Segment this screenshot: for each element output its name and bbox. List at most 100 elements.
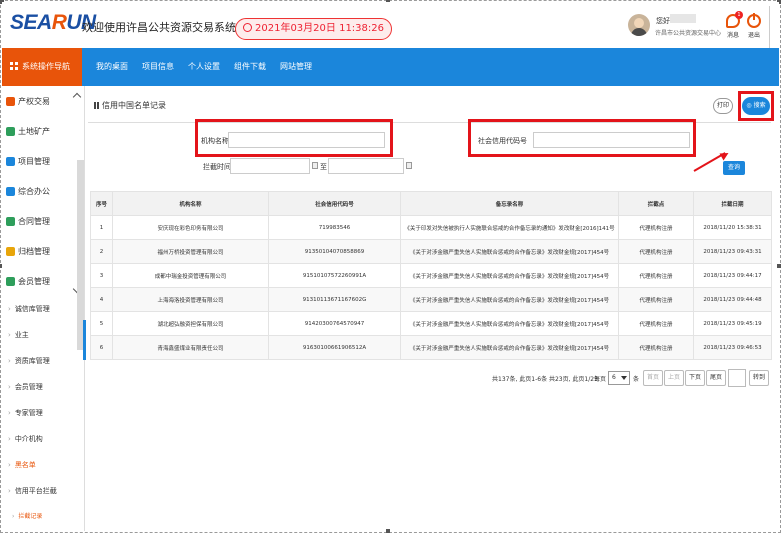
cell-memo: 《关于印发对失信被执行人实施联合惩戒的合作备忘录的通知》发改财金[2016]14… (400, 215, 619, 240)
message-label: 消息 (726, 32, 739, 39)
nav-tabs: 我的桌面 项目信息 个人设置 组件下载 网站管理 (96, 48, 312, 86)
tab-desktop[interactable]: 我的桌面 (96, 48, 128, 86)
grid-icon (10, 62, 18, 70)
start-date-input[interactable] (230, 158, 310, 174)
member-icon (6, 276, 15, 286)
cell-intercept-point: 代理机构注册 (618, 215, 694, 240)
last-page-button[interactable]: 尾页 (706, 370, 727, 386)
cell-intercept-point: 代理机构注册 (618, 263, 694, 288)
sidebar-sub-agency[interactable]: 中介机构 (2, 426, 84, 452)
sidebar-item-label: 合同管理 (18, 216, 50, 226)
col-intercept-point[interactable]: 拦截点 (618, 191, 694, 216)
cell-intercept-point: 代理机构注册 (618, 311, 694, 336)
sidebar-sub-qualification[interactable]: 资质库管理 (2, 348, 84, 374)
project-icon (6, 156, 15, 166)
avatar[interactable] (628, 14, 650, 36)
cell-memo: 《关于对涉金融严重失信人实施联合惩戒的合作备忘录》发改财金规[2017]454号 (400, 263, 619, 288)
cell-index: 5 (90, 311, 113, 336)
cell-intercept-date: 2018/11/23 09:44:48 (693, 287, 772, 312)
sidebar-item-contract[interactable]: 合同管理 (2, 206, 84, 236)
table-row[interactable]: 4 上海海洛投资管理有限公司 91310113671167602G 《关于对涉金… (90, 287, 772, 312)
cell-org-name: 成都中瑞金投资管理有限公司 (112, 263, 269, 288)
calendar-icon[interactable] (406, 162, 412, 169)
highlight-box-org-name (195, 119, 393, 157)
cell-credit-code: 719983546 (268, 215, 401, 240)
cell-index: 3 (90, 263, 113, 288)
sidebar-sub-member[interactable]: 会员管理 (2, 374, 84, 400)
frame-corner (777, 264, 781, 268)
per-page-select[interactable]: 6 (608, 371, 630, 385)
per-page-label: 每页 (594, 376, 607, 383)
sidebar-sub-owner[interactable]: 业主 (2, 322, 84, 348)
col-org-name[interactable]: 机构名称 (112, 191, 269, 216)
cell-intercept-point: 代理机构注册 (618, 335, 694, 360)
sidebar-item-label: 土地矿产 (18, 126, 50, 136)
tab-personal-settings[interactable]: 个人设置 (188, 48, 220, 86)
cell-intercept-date: 2018/11/23 09:46:53 (693, 335, 772, 360)
cell-memo: 《关于对涉金融严重失信人实施联合惩戒的合作备忘录》发改财金规[2017]454号 (400, 311, 619, 336)
go-page-button[interactable]: 转到 (749, 370, 769, 386)
sidebar-sub-integrity[interactable]: 诚信库管理 (2, 296, 84, 322)
sidebar-item-project-management[interactable]: 项目管理 (2, 146, 84, 176)
sidebar-item-property-trade[interactable]: 产权交易 (2, 86, 84, 116)
cell-memo: 《关于对涉金融严重失信人实施联合惩戒的合作备忘录》发改财金规[2017]454号 (400, 239, 619, 264)
sidebar-item-office[interactable]: 综合办公 (2, 176, 84, 206)
sidebar-item-archive[interactable]: 归档管理 (2, 236, 84, 266)
table-row[interactable]: 3 成都中瑞金投资管理有限公司 91510107572260991A 《关于对涉… (90, 263, 772, 288)
next-page-button[interactable]: 下页 (685, 370, 706, 386)
col-index[interactable]: 序号 (90, 191, 113, 216)
per-page-unit: 条 (633, 376, 640, 383)
cell-index: 1 (90, 215, 113, 240)
power-icon (747, 13, 761, 28)
col-intercept-date[interactable]: 拦截日期 (693, 191, 772, 216)
main-content: 信用中国名单记录 打印 ◎ 搜索 机构名称 社会信用代码号 拦截时间 至 查询 … (88, 90, 774, 530)
sidebar-item-land-mineral[interactable]: 土地矿产 (2, 116, 84, 146)
highlight-box-search (738, 91, 774, 121)
datetime-badge: 2021年03月20日 11:38:26 (235, 18, 392, 40)
cell-org-name: 安庆现在彩色印务有限公司 (112, 215, 269, 240)
tab-site-management[interactable]: 网站管理 (280, 48, 312, 86)
nav-home-label: 系统操作导航 (22, 62, 70, 71)
logout-button[interactable]: 退出 (743, 13, 765, 39)
col-credit-code[interactable]: 社会信用代码号 (268, 191, 401, 216)
cell-credit-code: 91420300764570947 (268, 311, 401, 336)
sidebar-sub-expert[interactable]: 专家管理 (2, 400, 84, 426)
top-nav: 系统操作导航 我的桌面 项目信息 个人设置 组件下载 网站管理 (2, 48, 779, 86)
sidebar-item-label: 综合办公 (18, 186, 50, 196)
col-memo[interactable]: 备忘录名称 (400, 191, 619, 216)
table-row[interactable]: 5 湖北超弘融资担保有限公司 91420300764570947 《关于对涉金融… (90, 311, 772, 336)
clock-icon (243, 23, 252, 32)
cell-memo: 《关于对涉金融严重失信人实施联合惩戒的合作备忘录》发改财金规[2017]454号 (400, 335, 619, 360)
table-row[interactable]: 6 青海鑫盛煤业有限责任公司 91630100661906512A 《关于对涉金… (90, 335, 772, 360)
sidebar: 产权交易 土地矿产 项目管理 综合办公 合同管理 归档管理 会员管理 诚信库管理… (2, 86, 85, 531)
message-button[interactable]: 1 消息 (722, 11, 744, 39)
jump-page-input[interactable] (728, 369, 746, 387)
prev-page-button[interactable]: 上页 (664, 370, 685, 386)
cell-org-name: 青海鑫盛煤业有限责任公司 (112, 335, 269, 360)
table-row[interactable]: 1 安庆现在彩色印务有限公司 719983546 《关于印发对失信被执行人实施联… (90, 215, 772, 240)
tab-project-info[interactable]: 项目信息 (142, 48, 174, 86)
cell-credit-code: 91350104070858869 (268, 239, 401, 264)
office-icon (6, 186, 15, 196)
sidebar-item-member[interactable]: 会员管理 (2, 266, 84, 296)
breadcrumb: 信用中国名单记录 (94, 100, 166, 111)
calendar-icon[interactable] (312, 162, 318, 169)
cell-index: 4 (90, 287, 113, 312)
cell-intercept-point: 代理机构注册 (618, 287, 694, 312)
sidebar-sub-intercept-records[interactable]: 拦截记录 (2, 504, 84, 530)
land-icon (6, 126, 15, 136)
sidebar-item-label: 项目管理 (18, 156, 50, 166)
query-button[interactable]: 查询 (723, 161, 745, 175)
cell-index: 6 (90, 335, 113, 360)
tab-component-download[interactable]: 组件下载 (234, 48, 266, 86)
cell-intercept-point: 代理机构注册 (618, 239, 694, 264)
sidebar-sub-blacklist[interactable]: 黑名单 (2, 452, 84, 478)
end-date-input[interactable] (328, 158, 404, 174)
sidebar-sub-credit-intercept[interactable]: 信用平台拦截 (2, 478, 84, 504)
nav-home-button[interactable]: 系统操作导航 (2, 48, 82, 86)
first-page-button[interactable]: 首页 (643, 370, 664, 386)
cell-index: 2 (90, 239, 113, 264)
table-row[interactable]: 2 福州万桥投资管理有限公司 91350104070858869 《关于对涉金融… (90, 239, 772, 264)
sidebar-active-indicator (83, 320, 86, 360)
print-button[interactable]: 打印 (713, 98, 733, 114)
